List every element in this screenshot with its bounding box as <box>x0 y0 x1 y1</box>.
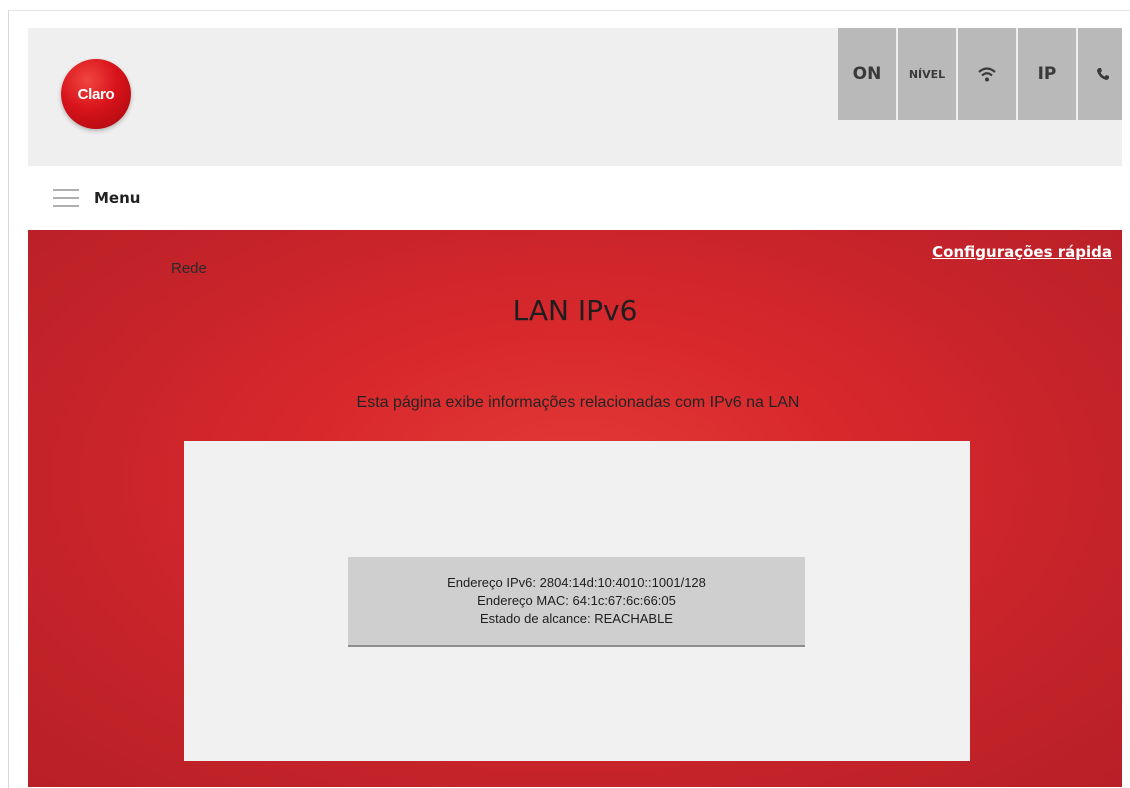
status-wifi-button[interactable] <box>958 28 1016 120</box>
reach-state-value: REACHABLE <box>594 611 673 626</box>
ipv6-info-box: Endereço IPv6: 2804:14d:10:4010::1001/12… <box>348 557 805 647</box>
status-bar: ON NÍVEL IP <box>836 28 1122 120</box>
content-panel: Endereço IPv6: 2804:14d:10:4010::1001/12… <box>184 441 970 761</box>
page-description: Esta página exibe informações relacionad… <box>356 394 800 411</box>
claro-logo[interactable]: Claro <box>61 59 131 129</box>
reach-state-line: Estado de alcance: REACHABLE <box>480 610 673 628</box>
status-level-button[interactable]: NÍVEL <box>898 28 956 120</box>
page-title: LAN IPv6 <box>512 294 638 327</box>
mac-address-label: Endereço MAC: <box>477 593 569 608</box>
status-ip-label: IP <box>1037 64 1057 84</box>
reach-state-label: Estado de alcance: <box>480 611 591 626</box>
menu-label: Menu <box>94 189 141 207</box>
status-on-label: ON <box>852 64 882 84</box>
mac-address-line: Endereço MAC: 64:1c:67:6c:66:05 <box>477 592 676 610</box>
phone-icon <box>1097 68 1109 80</box>
ipv6-address-value: 2804:14d:10:4010::1001/128 <box>539 575 706 590</box>
status-phone-button[interactable] <box>1078 28 1122 120</box>
page-header: Claro ON NÍVEL IP <box>28 28 1122 166</box>
main-content: Rede Configurações rápida LAN IPv6 Esta … <box>28 230 1122 787</box>
logo-text: Claro <box>77 85 115 103</box>
ipv6-address-label: Endereço IPv6: <box>447 575 536 590</box>
status-on-button[interactable]: ON <box>838 28 896 120</box>
menu-toggle[interactable]: Menu <box>28 176 428 220</box>
ipv6-address-line: Endereço IPv6: 2804:14d:10:4010::1001/12… <box>447 574 706 592</box>
status-ip-button[interactable]: IP <box>1018 28 1076 120</box>
wifi-icon <box>978 67 996 82</box>
breadcrumb: Rede <box>171 260 207 277</box>
quick-config-link[interactable]: Configurações rápida <box>932 243 1112 261</box>
status-level-label: NÍVEL <box>908 67 946 81</box>
hamburger-icon <box>53 189 79 207</box>
mac-address-value: 64:1c:67:6c:66:05 <box>572 593 676 608</box>
